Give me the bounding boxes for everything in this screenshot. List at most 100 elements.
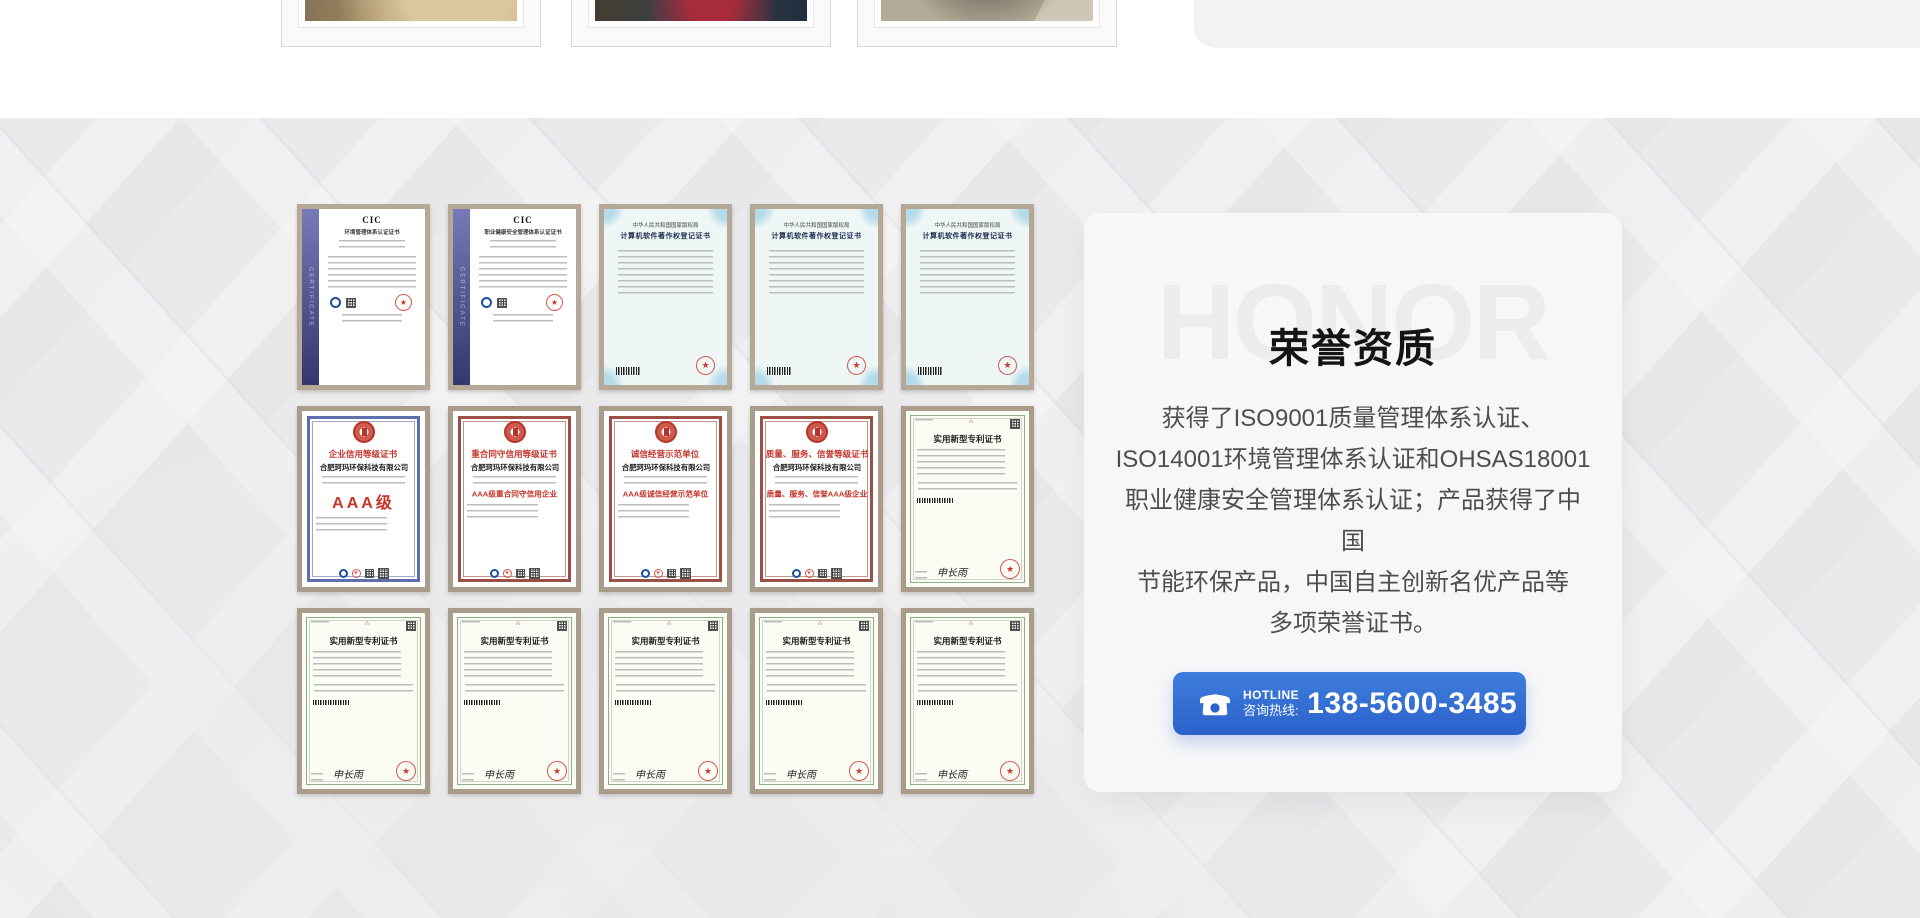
certificate-paper: 实用新型专利证书 申长雨 [302,613,425,789]
certificate-body: 质量、服务、信誉等级证书 合肥珂玛环保科技有限公司 质量、服务、信誉AAA级企业 [755,411,878,587]
red-seal-icon [847,356,866,375]
qr-code-icon [529,568,540,579]
certificate-thumbnail[interactable]: 实用新型专利证书 申长雨 [448,608,581,794]
certificate-title: 计算机软件著作权登记证书 [621,231,711,241]
text-lines-decoration [613,621,631,625]
certificate-paper: 实用新型专利证书 申长雨 [604,613,727,789]
hotline-button[interactable]: HOTLINE 咨询热线: 138-5600-3485 [1173,672,1526,735]
certificate-thumbnail[interactable]: 质量、服务、信誉等级证书 合肥珂玛环保科技有限公司 质量、服务、信誉AAA级企业 [750,406,883,592]
certificate-thumbnail[interactable]: 诚信经营示范单位 合肥珂玛环保科技有限公司 AAA级诚信经营示范单位 [599,406,732,592]
certificate-header [613,621,718,632]
certificate-thumbnail[interactable]: CERTIFICATE CIC 职业健康安全管理体系认证证书 [448,204,581,390]
official-signature: 申长雨 [786,766,816,781]
certificate-header [915,621,1020,632]
certificate-paper: 实用新型专利证书 申长雨 [453,613,576,789]
hotline-labels: HOTLINE 咨询热线: [1243,688,1299,719]
certificate-thumbnail[interactable]: 实用新型专利证书 申长雨 [901,608,1034,794]
certificate-header [764,621,869,632]
certificate-title: 计算机软件著作权登记证书 [923,231,1013,241]
photo-frame [874,0,1100,28]
text-lines-decoration [769,504,840,518]
company-name: 合肥珂玛环保科技有限公司 [319,462,407,472]
certificate-footer: 申长雨 [462,761,567,783]
certificate-footer: 申长雨 [764,761,869,783]
certificate-body: 诚信经营示范单位 合肥珂玛环保科技有限公司 AAA级诚信经营示范单位 [604,411,727,587]
qr-code-icon [1010,419,1020,429]
certificate-footer [610,356,721,379]
certificate-title: 实用新型专利证书 [915,433,1020,445]
cnipa-logo-icon [818,621,823,632]
text-lines-decoration [917,651,1005,681]
excavation-site-photo [305,0,517,21]
side-band-text: CERTIFICATE [308,267,314,328]
certificate-thumbnail[interactable]: 中华人民共和国国家版权局 计算机软件著作权登记证书 [599,204,732,390]
certificate-body: 企业信用等级证书 合肥珂玛环保科技有限公司 AAA级 [302,411,425,587]
certificate-body: 中华人民共和国国家版权局 计算机软件著作权登记证书 [755,209,878,385]
certificate-footer [912,356,1023,379]
certificate-title: 实用新型专利证书 [311,635,416,647]
company-name: 合肥珂玛环保科技有限公司 [621,462,709,472]
text-lines-decoration [342,314,402,322]
certificate-thumbnail[interactable]: 实用新型专利证书 申长雨 [599,608,732,794]
text-lines-decoration [915,621,933,625]
certificate-thumbnail[interactable]: 中华人民共和国国家版权局 计算机软件著作权登记证书 [901,204,1034,390]
certificate-title: 实用新型专利证书 [764,635,869,647]
gallery-card[interactable] [571,0,831,47]
certificate-footer [339,568,389,579]
qr-code-icon [516,569,525,578]
certificate-paper: CERTIFICATE CIC 环境管理体系认证证书 [302,209,425,385]
text-lines-decoration [920,250,1015,298]
qr-code-icon [667,569,676,578]
text-lines-decoration [464,651,552,681]
certificate-thumbnail[interactable]: CERTIFICATE CIC 环境管理体系认证证书 [297,204,430,390]
certificate-paper: 质量、服务、信誉等级证书 合肥珂玛环保科技有限公司 质量、服务、信誉AAA级企业 [755,411,878,587]
qr-code-icon [708,621,718,631]
cic-mark-icon [481,297,492,308]
certificate-title: 计算机软件著作权登记证书 [772,231,862,241]
award-text: AAA级重合同守信用企业 [472,489,557,500]
certificate-thumbnail[interactable]: 重合同守信用等级证书 合肥珂玛环保科技有限公司 AAA级重合同守信用企业 [448,406,581,592]
certificate-footer [475,294,571,311]
text-lines-decoration [766,651,854,681]
hotline-label-en: HOTLINE [1243,688,1299,703]
certificate-paper: 实用新型专利证书 申长雨 [906,411,1029,587]
certificate-footer: 申长雨 [915,559,1020,581]
credit-mark-icon [490,569,499,578]
text-lines-decoration [462,621,480,625]
red-seal-icon [395,294,412,311]
certificate-thumbnail[interactable]: 实用新型专利证书 申长雨 [901,406,1034,592]
gallery-card[interactable] [857,0,1117,47]
barcode-icon [767,367,791,375]
certificate-body: 实用新型专利证书 申长雨 [906,613,1029,789]
honor-description: 获得了ISO9001质量管理体系认证、 ISO14001环境管理体系认证和OHS… [1114,398,1592,644]
gallery-card[interactable] [281,0,541,47]
red-emblem-icon [504,421,526,443]
certificate-thumbnail[interactable]: 企业信用等级证书 合肥珂玛环保科技有限公司 AAA级 [297,406,430,592]
certificate-thumbnail[interactable]: 实用新型专利证书 申长雨 [750,608,883,794]
certificate-thumbnail[interactable]: 中华人民共和国国家版权局 计算机软件著作权登记证书 [750,204,883,390]
photo-frame [588,0,814,28]
side-band-text: CERTIFICATE [459,267,465,328]
certificate-footer: 申长雨 [311,761,416,783]
certificate-paper: 重合同守信用等级证书 合肥珂玛环保科技有限公司 AAA级重合同守信用企业 [453,411,576,587]
text-lines-decoration [915,773,927,781]
text-lines-decoration [918,684,1017,696]
red-seal-icon [547,761,567,781]
certificate-header [462,621,567,632]
qr-code-icon [1010,621,1020,631]
text-lines-decoration [767,684,866,696]
text-lines-decoration [493,314,553,322]
certificate-footer [641,568,691,579]
red-seal-icon [998,356,1017,375]
certificate-footer: 申长雨 [613,761,718,783]
certificate-side-band: CERTIFICATE [453,209,470,385]
certificate-body: 实用新型专利证书 申长雨 [453,613,576,789]
text-lines-decoration [918,482,1017,494]
certificate-title: 质量、服务、信誉等级证书 [765,447,868,459]
text-lines-decoration [915,571,927,579]
certificate-body: 实用新型专利证书 申长雨 [604,613,727,789]
text-lines-decoration [490,240,555,252]
certificate-thumbnail[interactable]: 实用新型专利证书 申长雨 [297,608,430,794]
text-lines-decoration [313,651,401,681]
certificate-title: 环境管理体系认证证书 [344,227,399,235]
